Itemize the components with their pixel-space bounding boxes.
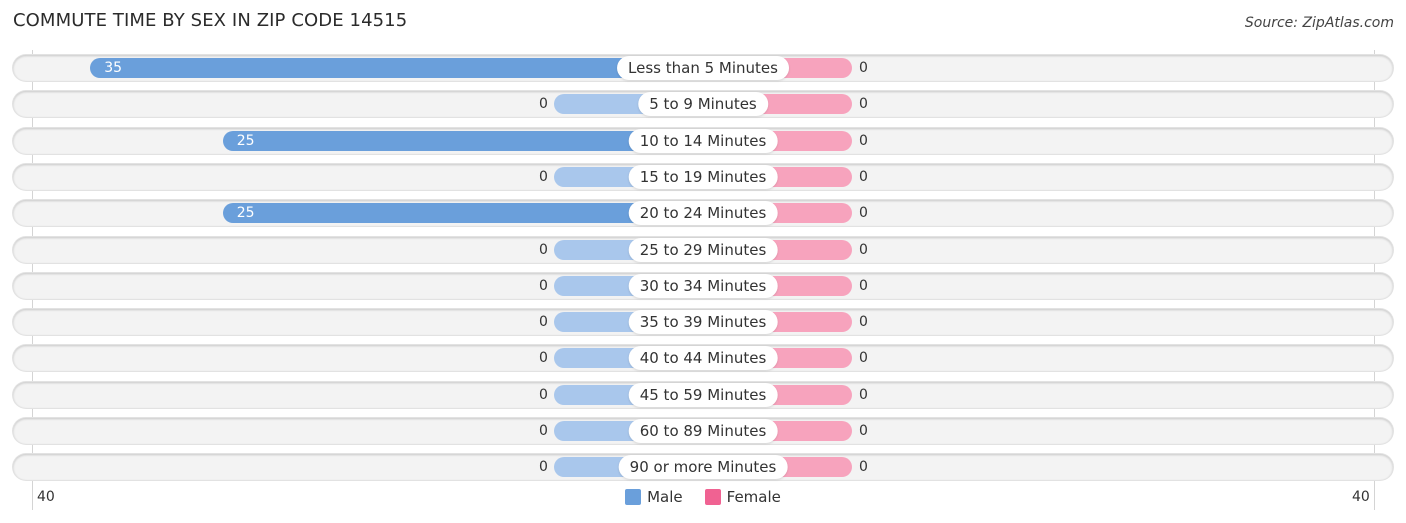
bar-male [90, 58, 703, 78]
category-label: 25 to 29 Minutes [628, 237, 778, 262]
value-label-female: 0 [859, 277, 868, 294]
value-label-female: 0 [859, 350, 868, 367]
category-label: 15 to 19 Minutes [628, 164, 778, 189]
value-label-male: 35 [104, 60, 123, 76]
legend-item-male: Male [625, 488, 683, 506]
legend-label-male: Male [647, 488, 683, 506]
legend-label-female: Female [726, 488, 781, 506]
category-label: 90 or more Minutes [618, 455, 788, 480]
value-label-male: 0 [539, 386, 548, 403]
value-label-male: 0 [539, 277, 548, 294]
value-label-male: 0 [539, 314, 548, 331]
value-label-female: 0 [859, 459, 868, 476]
value-label-male: 25 [236, 205, 255, 222]
value-label-male: 0 [539, 96, 548, 113]
value-label-female: 0 [859, 96, 868, 113]
value-label-male: 0 [539, 423, 548, 439]
value-label-female: 0 [859, 205, 868, 222]
category-label: 35 to 39 Minutes [628, 310, 778, 335]
value-label-female: 0 [859, 132, 868, 149]
category-label: 10 to 14 Minutes [628, 128, 778, 153]
value-label-male: 0 [539, 241, 548, 258]
legend-swatch-male [625, 489, 642, 505]
chart-rows: 35 0 Less than 5 Minutes 0 0 5 to 9 Minutes 25… [0, 0, 1406, 523]
category-label: 20 to 24 Minutes [628, 201, 778, 226]
value-label-male: 0 [539, 168, 548, 185]
value-label-female: 0 [859, 241, 868, 258]
value-label-female: 0 [859, 386, 868, 403]
value-label-female: 0 [859, 423, 868, 439]
category-label: 60 to 89 Minutes [628, 419, 778, 443]
value-label-female: 0 [859, 60, 868, 76]
value-label-male: 25 [236, 132, 255, 149]
value-label-female: 0 [859, 168, 868, 185]
value-label-female: 0 [859, 314, 868, 331]
legend: Male Female [0, 488, 1406, 506]
value-label-male: 0 [539, 350, 548, 367]
legend-item-female: Female [704, 488, 781, 506]
category-label: Less than 5 Minutes [617, 56, 789, 80]
category-label: 5 to 9 Minutes [638, 92, 768, 117]
value-label-male: 0 [539, 459, 548, 476]
category-label: 45 to 59 Minutes [628, 382, 778, 407]
category-label: 30 to 34 Minutes [628, 273, 778, 298]
legend-swatch-female [704, 489, 721, 505]
category-label: 40 to 44 Minutes [628, 346, 778, 371]
